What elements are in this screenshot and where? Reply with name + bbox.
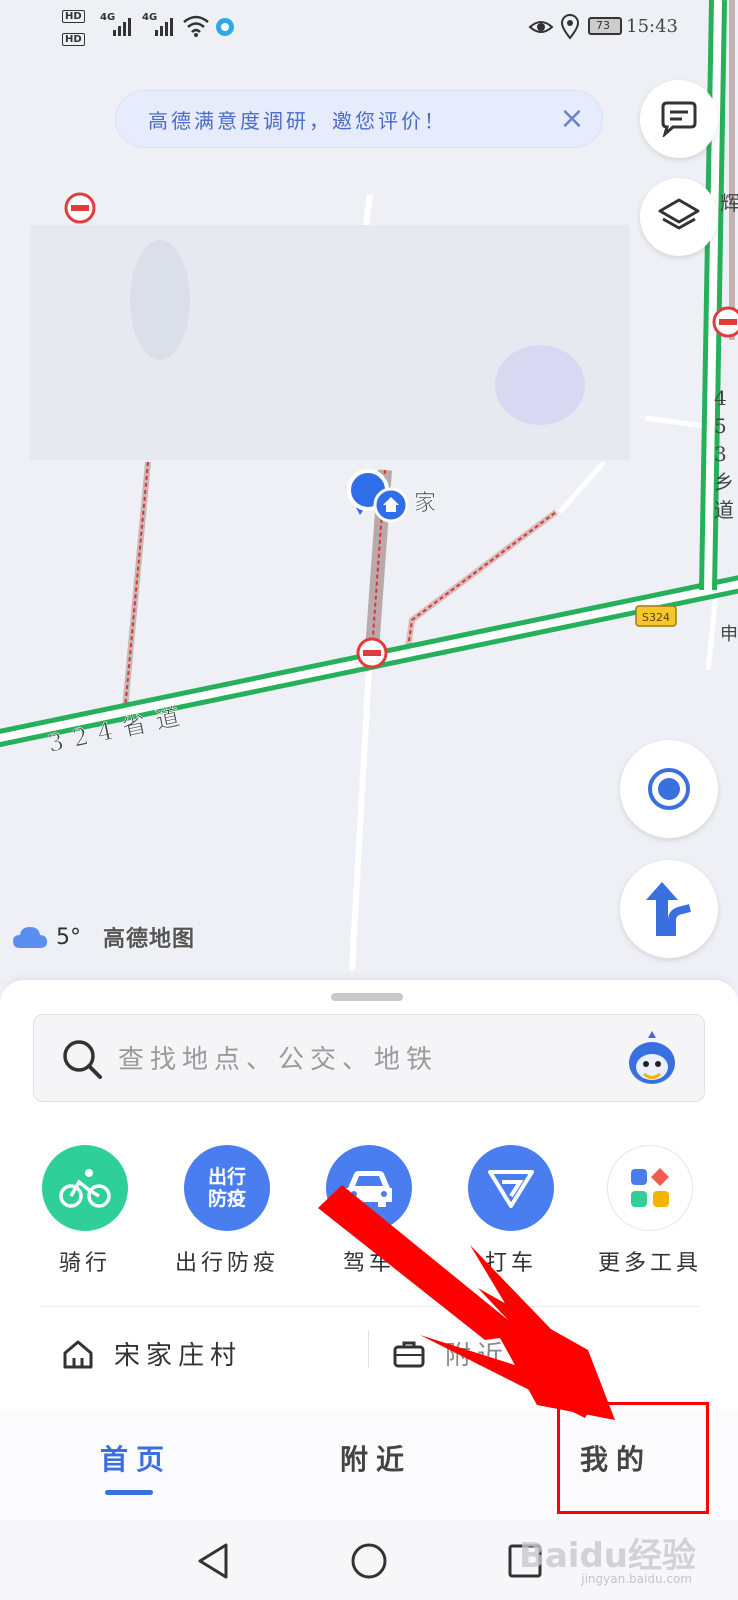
annotation-highlight-box	[557, 1402, 709, 1514]
watermark-url: jingyan.baidu.com	[581, 1572, 692, 1586]
watermark-logo: Baidu经验	[518, 1536, 696, 1576]
annotation-arrow	[318, 1185, 615, 1420]
